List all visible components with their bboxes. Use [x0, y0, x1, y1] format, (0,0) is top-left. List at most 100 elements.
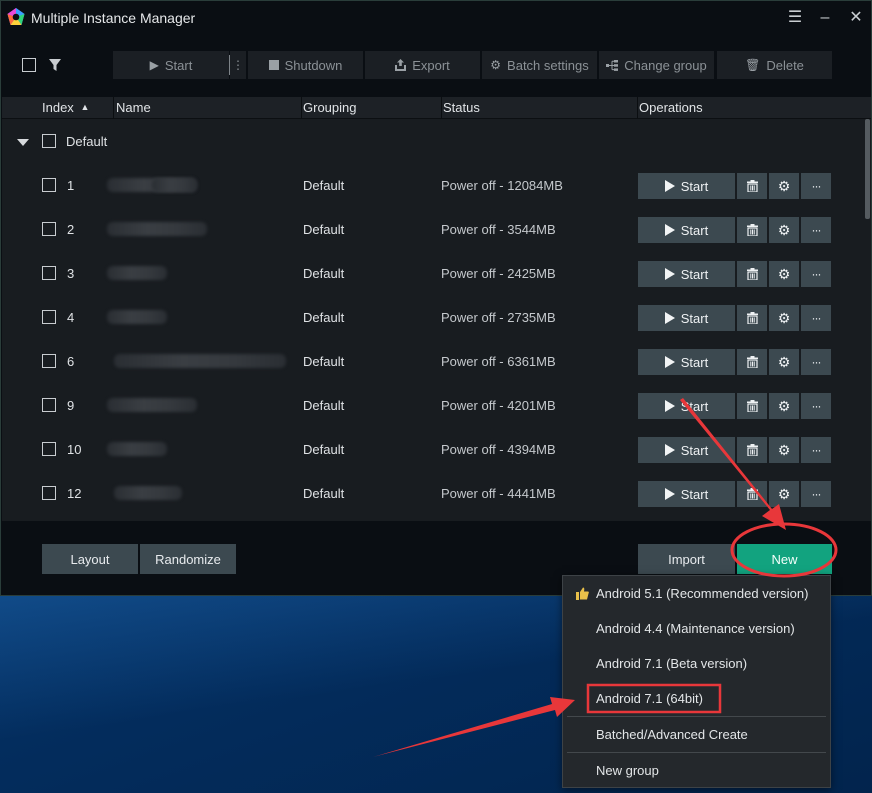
- row-start-button[interactable]: Start: [638, 437, 735, 463]
- select-all-checkbox[interactable]: [22, 58, 36, 72]
- row-status: Power off - 2735MB: [441, 310, 556, 325]
- menu-item-android-5-1[interactable]: Android 5.1 (Recommended version): [596, 586, 808, 601]
- row-delete-button[interactable]: [737, 349, 767, 375]
- close-button[interactable]: ✕: [845, 7, 867, 29]
- row-checkbox[interactable]: [42, 442, 56, 456]
- collapse-caret-icon[interactable]: [17, 139, 29, 146]
- row-more-button[interactable]: ···: [801, 217, 831, 243]
- row-settings-button[interactable]: ⚙: [769, 481, 799, 507]
- gear-icon: ⚙: [777, 397, 791, 414]
- row-more-button[interactable]: ···: [801, 305, 831, 331]
- menu-item-android-4-4[interactable]: Android 4.4 (Maintenance version): [596, 621, 795, 636]
- row-settings-button[interactable]: ⚙: [769, 305, 799, 331]
- row-start-label: Start: [680, 178, 709, 194]
- row-checkbox[interactable]: [42, 266, 56, 280]
- row-name-redacted: [107, 222, 207, 236]
- row-checkbox[interactable]: [42, 310, 56, 324]
- minimize-button[interactable]: –: [814, 7, 836, 29]
- table-row[interactable]: 3 Default Power off - 2425MB Start ⚙ ···: [2, 251, 862, 295]
- row-checkbox[interactable]: [42, 222, 56, 236]
- row-settings-button[interactable]: ⚙: [769, 217, 799, 243]
- row-delete-button[interactable]: [737, 481, 767, 507]
- row-delete-button[interactable]: [737, 305, 767, 331]
- more-icon: ···: [811, 399, 822, 413]
- row-start-button[interactable]: Start: [638, 305, 735, 331]
- instance-table: Index ▲ Name Grouping Status Operations …: [2, 97, 871, 521]
- column-header-status[interactable]: Status: [443, 100, 480, 115]
- new-button[interactable]: New: [737, 544, 832, 574]
- row-more-button[interactable]: ···: [801, 261, 831, 287]
- toolbar-start-button[interactable]: ▶ Start: [113, 51, 229, 79]
- window-title: Multiple Instance Manager: [31, 10, 196, 26]
- import-button[interactable]: Import: [638, 544, 735, 574]
- menu-item-batched-create[interactable]: Batched/Advanced Create: [596, 727, 748, 742]
- gear-icon: ⚙: [777, 441, 791, 458]
- column-header-index[interactable]: Index ▲: [42, 100, 89, 115]
- row-delete-button[interactable]: [737, 173, 767, 199]
- row-settings-button[interactable]: ⚙: [769, 261, 799, 287]
- toolbar-delete-label: Delete: [766, 57, 804, 73]
- row-more-button[interactable]: ···: [801, 481, 831, 507]
- toolbar-export-button[interactable]: Export: [365, 51, 480, 79]
- filter-icon[interactable]: [48, 58, 62, 72]
- row-status: Power off - 4201MB: [441, 398, 556, 413]
- layout-button[interactable]: Layout: [42, 544, 138, 574]
- row-checkbox[interactable]: [42, 178, 56, 192]
- column-header-grouping[interactable]: Grouping: [303, 100, 356, 115]
- row-delete-button[interactable]: [737, 393, 767, 419]
- row-index: 2: [67, 222, 75, 237]
- play-icon: [664, 224, 675, 236]
- row-name-redacted: [107, 266, 167, 280]
- menu-button[interactable]: ☰: [784, 7, 806, 29]
- row-name-redacted: [114, 354, 286, 368]
- row-checkbox[interactable]: [42, 354, 56, 368]
- row-start-button[interactable]: Start: [638, 349, 735, 375]
- toolbar-shutdown-label: Shutdown: [284, 57, 343, 73]
- table-row[interactable]: 10 Default Power off - 4394MB Start ⚙ ···: [2, 427, 862, 471]
- row-more-button[interactable]: ···: [801, 349, 831, 375]
- table-row[interactable]: 12 Default Power off - 4441MB Start ⚙ ···: [2, 471, 862, 515]
- toolbar-batch-settings-button[interactable]: ⚙ Batch settings: [482, 51, 597, 79]
- menu-item-android-7-1-64bit[interactable]: Android 7.1 (64bit): [596, 691, 703, 706]
- table-row[interactable]: 4 Default Power off - 2735MB Start ⚙ ···: [2, 295, 862, 339]
- row-more-button[interactable]: ···: [801, 173, 831, 199]
- menu-item-android-7-1-beta[interactable]: Android 7.1 (Beta version): [596, 656, 747, 671]
- toolbar-delete-button[interactable]: 🗑 Delete: [717, 51, 832, 79]
- table-row[interactable]: 9 Default Power off - 4201MB Start ⚙ ···: [2, 383, 862, 427]
- more-icon: ···: [811, 487, 822, 501]
- row-start-button[interactable]: Start: [638, 173, 735, 199]
- row-start-button[interactable]: Start: [638, 393, 735, 419]
- row-start-button[interactable]: Start: [638, 217, 735, 243]
- table-row[interactable]: 1 Default Power off - 12084MB Start ⚙ ···: [2, 163, 862, 207]
- table-row[interactable]: 2 Default Power off - 3544MB Start ⚙ ···: [2, 207, 862, 251]
- randomize-button[interactable]: Randomize: [140, 544, 236, 574]
- row-checkbox[interactable]: [42, 486, 56, 500]
- row-more-button[interactable]: ···: [801, 437, 831, 463]
- row-checkbox[interactable]: [42, 398, 56, 412]
- app-window: Multiple Instance Manager ☰ – ✕ ▶ Start …: [0, 0, 872, 596]
- row-more-button[interactable]: ···: [801, 393, 831, 419]
- menu-item-new-group[interactable]: New group: [596, 763, 659, 778]
- row-settings-button[interactable]: ⚙: [769, 173, 799, 199]
- row-start-button[interactable]: Start: [638, 261, 735, 287]
- row-delete-button[interactable]: [737, 261, 767, 287]
- row-start-label: Start: [680, 398, 709, 414]
- more-icon: ···: [811, 179, 822, 193]
- start-options-button[interactable]: ⋮: [230, 51, 246, 79]
- toolbar-shutdown-button[interactable]: Shutdown: [248, 51, 363, 79]
- row-settings-button[interactable]: ⚙: [769, 349, 799, 375]
- scrollbar-thumb[interactable]: [865, 119, 870, 219]
- table-row[interactable]: 6 Default Power off - 6361MB Start ⚙ ···: [2, 339, 862, 383]
- row-index: 3: [67, 266, 75, 281]
- row-settings-button[interactable]: ⚙: [769, 393, 799, 419]
- toolbar-change-group-button[interactable]: Change group: [599, 51, 714, 79]
- row-settings-button[interactable]: ⚙: [769, 437, 799, 463]
- column-header-name[interactable]: Name: [116, 100, 151, 115]
- group-checkbox[interactable]: [42, 134, 56, 148]
- play-icon: [664, 356, 675, 368]
- row-delete-button[interactable]: [737, 217, 767, 243]
- row-delete-button[interactable]: [737, 437, 767, 463]
- row-status: Power off - 2425MB: [441, 266, 556, 281]
- play-icon: [664, 268, 675, 280]
- row-start-button[interactable]: Start: [638, 481, 735, 507]
